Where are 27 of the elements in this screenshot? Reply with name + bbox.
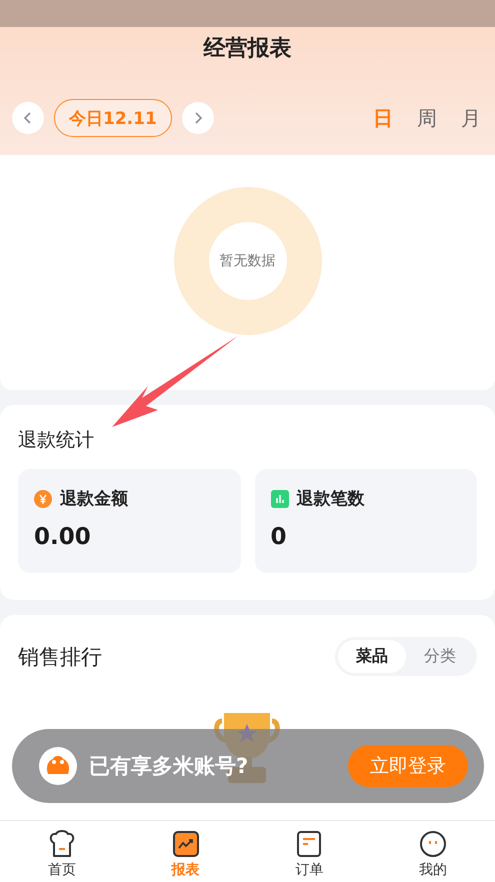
previous-button[interactable]	[12, 102, 44, 134]
section-title: 退款统计	[18, 428, 95, 453]
nav-tab[interactable]: 订单	[269, 821, 350, 882]
empty-chart-text: 暂无数据	[208, 222, 286, 300]
chevron-right-icon	[192, 111, 203, 125]
login-button[interactable]: 立即登录	[348, 745, 468, 787]
page-title: 经营报表	[204, 35, 292, 63]
period-tab[interactable]: 月	[461, 104, 481, 132]
face-icon	[418, 829, 448, 859]
stat-label: 退款笔数	[296, 488, 364, 510]
period-tab[interactable]: 周	[417, 104, 437, 132]
segment-tab[interactable]: 分类	[406, 640, 474, 673]
bar-chart-icon	[270, 490, 288, 508]
section-title: 销售排行	[18, 644, 102, 670]
chevron-left-icon	[23, 111, 33, 125]
segment-tab[interactable]: 菜品	[338, 640, 406, 673]
banner-text: 已有享多米账号?	[89, 753, 250, 780]
nav-tab[interactable]: 报表	[146, 821, 226, 882]
next-button[interactable]	[182, 102, 214, 134]
nav-tab[interactable]: 我的	[393, 821, 474, 882]
nav-tab[interactable]: 首页	[22, 821, 102, 882]
stat-value: 0.00	[34, 524, 92, 550]
stat-value: 0	[270, 524, 288, 550]
trend-chart-icon	[170, 829, 201, 859]
yen-icon	[34, 490, 52, 508]
stat-label: 退款金额	[60, 488, 128, 510]
mascot-icon	[39, 747, 77, 785]
